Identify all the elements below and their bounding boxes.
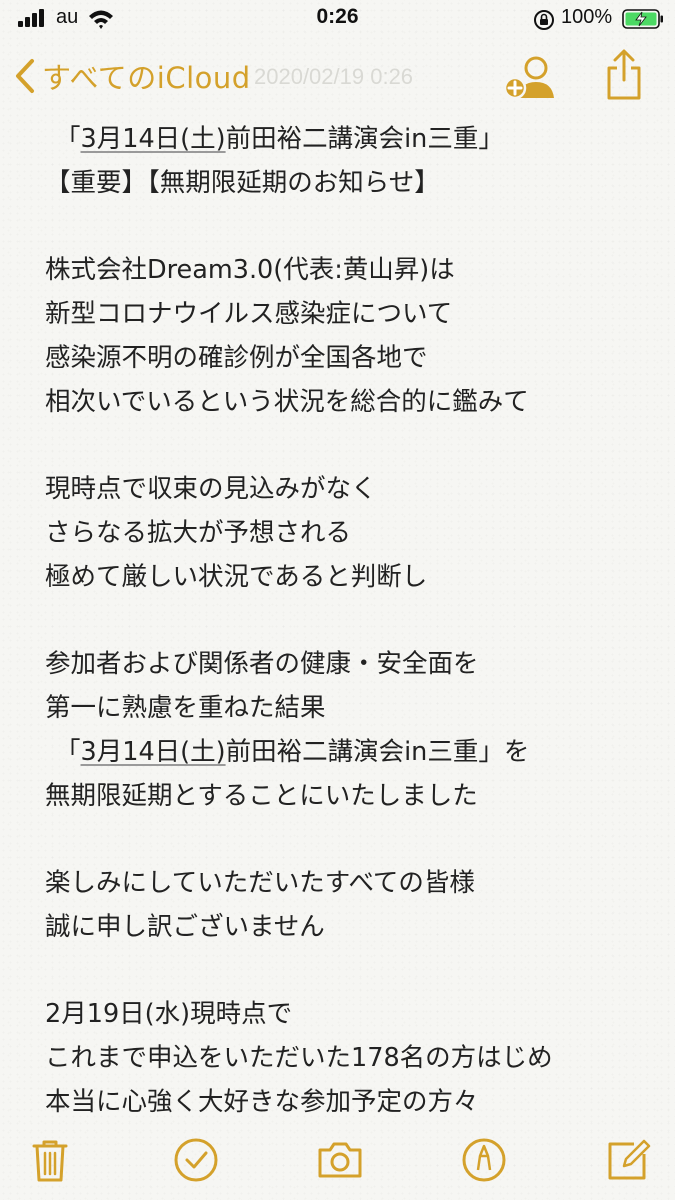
nav-bar: すべてのiCloud 2020/02/19 0:26 [0,40,675,112]
note-body[interactable]: 「3月14日(土)前田裕二講演会in三重」 【重要】【無期限延期のお知らせ】 株… [45,117,660,1124]
share-icon [607,49,641,100]
markup-button[interactable] [460,1136,508,1184]
note-line: 【重要】【無期限延期のお知らせ】 [45,168,440,198]
compose-button[interactable] [604,1136,652,1184]
note-line: 誠に申し訳ございません [45,912,325,942]
bottom-toolbar [0,1130,675,1190]
battery-charging-icon [622,9,663,29]
faded-header-date: 2020/02/19 0:26 [254,64,414,89]
compose-icon [608,1139,651,1180]
note-title-line: 「3月14日(土)前田裕二講演会in三重」 [55,124,504,154]
camera-icon [318,1142,362,1178]
note-line: 2月19日(水)現時点で [45,999,293,1029]
date-link[interactable]: 3月14日(土) [81,124,226,154]
back-button[interactable]: すべてのiCloud [14,56,251,96]
camera-button[interactable] [316,1136,364,1184]
note-event-line: 「3月14日(土)前田裕二講演会in三重」を [55,737,530,767]
note-line: 極めて厳しい状況であると判断し [45,562,428,592]
delete-button[interactable] [26,1136,74,1184]
note-blank-line [45,599,660,642]
note-line: 無期限延期とすることにいたしました [45,781,478,811]
checklist-icon [174,1138,218,1182]
checklist-button[interactable] [172,1136,220,1184]
note-line: 本当に心強く大好きな参加予定の方々 [45,1087,479,1117]
note-blank-line [45,818,660,861]
note-line: これまで申込をいただいた178名の方はじめ [45,1043,553,1073]
status-bar: au 0:26 100% [0,0,675,40]
note-line: 楽しみにしていただいたすべての皆様 [45,868,475,898]
back-button-label: すべてのiCloud [42,61,251,95]
note-line: 相次いでいるという状況を総合的に鑑みて [45,387,529,417]
markup-pen-icon [462,1138,506,1182]
note-blank-line [45,949,660,992]
add-person-icon [503,56,554,100]
share-button[interactable] [604,48,644,102]
note-line: さらなる拡大が予想される [45,518,352,548]
rotation-lock-icon [534,10,554,30]
note-line: 株式会社Dream3.0(代表:黄山昇)は [45,255,455,285]
trash-icon [32,1140,68,1182]
date-link[interactable]: 3月14日(土) [81,737,226,767]
note-line: 参加者および関係者の健康・安全面を [45,649,479,679]
add-person-button[interactable] [502,54,558,102]
note-line: 現時点で収束の見込みがなく [45,474,377,504]
note-blank-line [45,205,660,248]
battery-percent: 100% [561,6,613,28]
note-blank-line [45,424,660,467]
chevron-left-icon [16,59,34,93]
note-line: 感染源不明の確診例が全国各地で [45,343,428,373]
note-line: 新型コロナウイルス感染症について [45,299,453,329]
note-line: 第一に熟慮を重ねた結果 [45,693,326,723]
